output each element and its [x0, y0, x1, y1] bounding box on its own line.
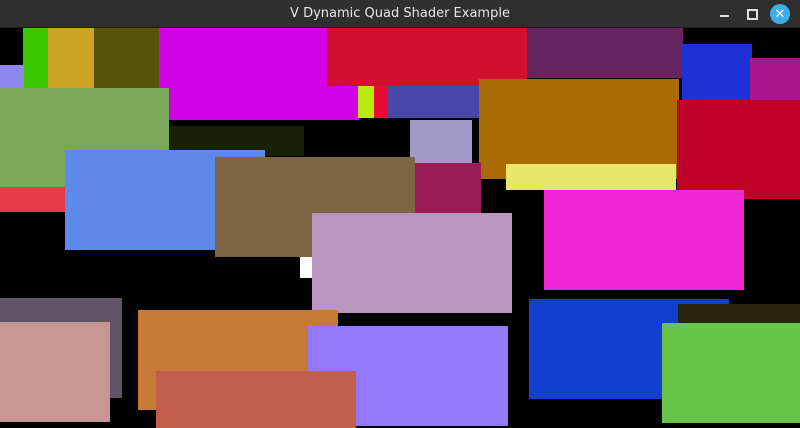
shader-quad — [544, 190, 744, 290]
title-bar[interactable]: V Dynamic Quad Shader Example ✕ — [0, 0, 800, 28]
shader-quad — [312, 213, 512, 313]
shader-quad — [48, 28, 96, 90]
maximize-icon — [746, 8, 758, 20]
maximize-button[interactable] — [742, 4, 762, 24]
shader-quad — [506, 164, 676, 190]
shader-quad — [0, 322, 110, 422]
shader-quad — [527, 28, 683, 78]
shader-quad — [327, 28, 527, 86]
render-canvas[interactable] — [0, 28, 800, 428]
minimize-icon — [719, 15, 729, 17]
shader-quad — [387, 86, 479, 118]
close-button[interactable]: ✕ — [770, 4, 790, 24]
window-controls: ✕ — [714, 4, 790, 24]
shader-quad — [682, 44, 752, 102]
app-window: V Dynamic Quad Shader Example ✕ — [0, 0, 800, 428]
window-title: V Dynamic Quad Shader Example — [290, 6, 510, 21]
shader-quad — [750, 58, 800, 102]
shader-quad — [0, 187, 66, 212]
shader-quad — [23, 28, 51, 90]
minimize-button[interactable] — [714, 4, 734, 24]
shader-quad — [677, 100, 800, 199]
shader-quad — [662, 323, 800, 423]
close-icon: ✕ — [774, 6, 786, 22]
shader-quad — [156, 371, 356, 428]
shader-quad — [374, 86, 388, 118]
shader-quad — [94, 28, 160, 90]
